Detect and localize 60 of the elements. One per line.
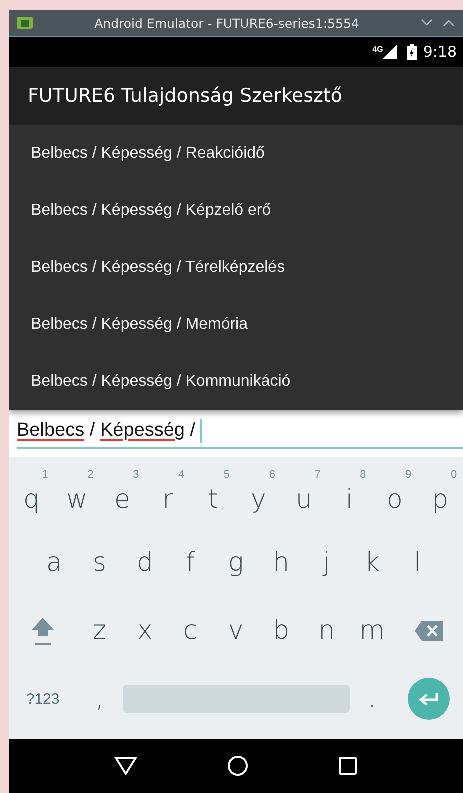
- back-icon[interactable]: [114, 756, 138, 776]
- key-hint: 4: [178, 469, 185, 481]
- key[interactable]: j: [323, 548, 330, 578]
- key[interactable]: o: [386, 485, 403, 515]
- key-hint: 6: [269, 469, 276, 481]
- key-hint: 8: [360, 469, 366, 481]
- app-icon: [17, 17, 33, 29]
- key[interactable]: d: [136, 548, 154, 578]
- key[interactable]: i: [346, 485, 354, 515]
- network-label: 4G: [372, 45, 384, 54]
- suggestion-item[interactable]: Belbecs / Képesség / Térelképzelés: [9, 239, 463, 296]
- suggestion-item[interactable]: Belbecs / Képesség / Képzelő erő: [9, 182, 463, 239]
- clock: 9:18: [423, 43, 457, 61]
- minimize-icon[interactable]: [421, 19, 433, 27]
- signal-icon: [383, 45, 398, 59]
- key[interactable]: m: [360, 616, 385, 646]
- key[interactable]: p: [432, 485, 449, 515]
- key[interactable]: e: [114, 485, 131, 515]
- key[interactable]: y: [251, 485, 266, 515]
- key[interactable]: x: [138, 616, 153, 646]
- key[interactable]: u: [296, 485, 312, 515]
- battery-icon: [407, 44, 418, 60]
- window-title: Android Emulator - FUTURE6-series1:5554: [94, 16, 360, 30]
- recents-icon[interactable]: [338, 756, 358, 776]
- key[interactable]: n: [318, 616, 336, 646]
- home-icon[interactable]: [226, 755, 249, 777]
- key[interactable]: s: [93, 548, 107, 578]
- key[interactable]: c: [183, 616, 198, 646]
- key-hint: 3: [133, 469, 140, 481]
- key[interactable]: b: [273, 616, 290, 646]
- key-hint: 0: [450, 469, 458, 481]
- key[interactable]: v: [228, 616, 244, 646]
- maximize-icon[interactable]: [443, 19, 455, 27]
- key[interactable]: ,: [96, 684, 104, 714]
- suggestion-item[interactable]: Belbecs / Képesség / Reakcióidő: [9, 125, 463, 182]
- enter-button[interactable]: [408, 678, 450, 720]
- suggestion-item[interactable]: Belbecs / Képesség / Memória: [9, 296, 463, 353]
- key-hint: 1: [42, 469, 48, 481]
- key[interactable]: g: [228, 548, 244, 578]
- key[interactable]: a: [46, 548, 62, 578]
- key-hint: 2: [88, 469, 94, 481]
- key[interactable]: .: [368, 684, 376, 714]
- key[interactable]: l: [414, 548, 422, 578]
- key[interactable]: k: [364, 548, 380, 578]
- key[interactable]: w: [66, 485, 88, 515]
- key-hint: 5: [224, 469, 230, 481]
- suggestion-item[interactable]: Belbecs / Képesség / Kommunikáció: [9, 353, 463, 410]
- key[interactable]: q: [23, 485, 40, 515]
- shift-icon[interactable]: [30, 616, 56, 646]
- key-hint: 9: [406, 469, 412, 481]
- key[interactable]: h: [273, 548, 290, 578]
- enter-icon: [418, 691, 440, 707]
- key[interactable]: r: [162, 485, 174, 515]
- key[interactable]: t: [208, 485, 218, 515]
- key[interactable]: f: [186, 548, 196, 578]
- symbols-key[interactable]: ?123: [26, 690, 60, 708]
- backspace-icon[interactable]: [414, 620, 444, 642]
- key-hint: 7: [314, 469, 321, 481]
- key[interactable]: z: [92, 616, 107, 646]
- app-title: FUTURE6 Tulajdonság Szerkesztő: [28, 85, 343, 107]
